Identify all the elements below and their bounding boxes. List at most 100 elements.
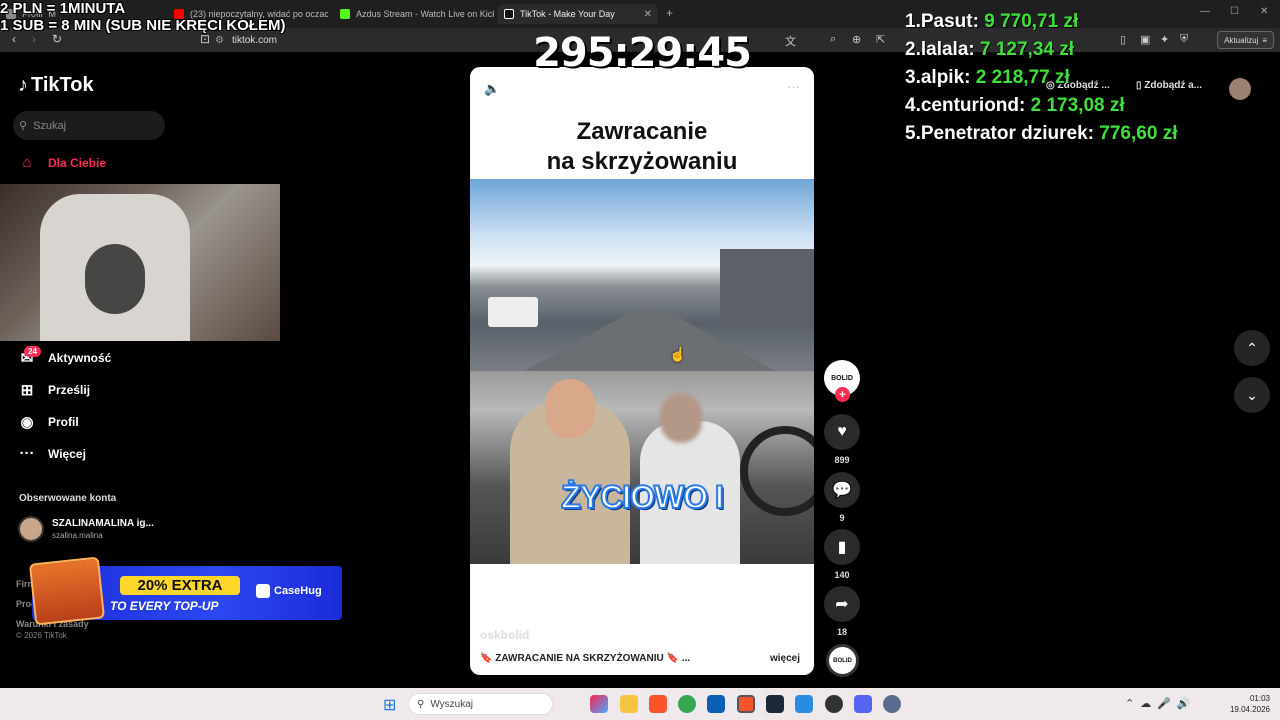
followed-account[interactable]: SZALINAMALINA ig... szalina.malina [18, 516, 154, 542]
volume-icon[interactable]: 🔈 [484, 81, 500, 97]
zoom-icon[interactable]: ⊕ [852, 33, 861, 46]
rank: 3. [905, 67, 921, 88]
account-handle: szalina.malina [52, 531, 103, 540]
share-arrow-icon: ➦ [835, 596, 849, 613]
donation-amount: 2 173,08 zł [1030, 95, 1125, 116]
site-info-icon[interactable]: ⚙ [215, 35, 224, 46]
subathon-timer: 295:29:45 [533, 30, 752, 76]
video-subtitle: ŻYCIOWO I [560, 478, 725, 516]
donor-name: Pasut: [920, 11, 979, 32]
shirt-print [85, 244, 145, 314]
webcam-overlay [0, 184, 280, 341]
search-page-icon[interactable]: ⌕ [830, 33, 836, 46]
taskbar-clock[interactable]: 01:03 19.04.2026 [1226, 693, 1270, 715]
user-avatar[interactable] [1229, 78, 1251, 100]
follow-button[interactable]: + [835, 387, 850, 402]
student-head-blurred [660, 393, 702, 443]
settings-gear-icon[interactable] [883, 695, 901, 713]
treasure-chest-icon [28, 556, 106, 626]
donation-leaderboard: 1.Pasut: 9 770,71 zł 2.lalala: 7 127,34 … [905, 8, 1177, 148]
activity-badge: 24 [24, 346, 41, 357]
nav-upload[interactable]: ⊞ Prześlij [18, 381, 90, 399]
bookmark-icon[interactable]: ⊡ [200, 32, 210, 46]
comment-button[interactable]: 💬 [824, 472, 860, 508]
forward-icon[interactable]: › [32, 32, 36, 46]
more-dots-icon: ··· [19, 445, 35, 462]
promo-brand: CaseHug [256, 584, 322, 598]
share-icon[interactable]: ⇱ [876, 33, 885, 46]
search-input[interactable]: ⚲ Szukaj [13, 111, 165, 140]
video-player[interactable]: 🔈 ··· Zawracanie na skrzyżowaniu ŻYCIOWO… [470, 67, 814, 675]
account-name: SZALINAMALINA ig... [52, 518, 154, 529]
more-options-icon[interactable]: ··· [787, 79, 800, 94]
save-count: 140 [834, 570, 850, 580]
donation-amount: 2 218,77 zł [975, 67, 1070, 88]
leaderboard-row: 1.Pasut: 9 770,71 zł [905, 8, 1177, 36]
brave-icon[interactable] [649, 695, 667, 713]
steam-icon[interactable] [766, 695, 784, 713]
shield-icon[interactable]: ⛨ [1180, 33, 1188, 46]
previous-video-button[interactable]: ⌃ [1234, 330, 1270, 366]
nav-profile[interactable]: ◉ Profil [18, 413, 78, 431]
app-icon[interactable] [795, 695, 813, 713]
tab-label: TikTok - Make Your Day [520, 9, 615, 19]
windows-taskbar: ⊞ ⚲ Wyszukaj ⌃☁🎤🔊 01:03 19.04.2026 [0, 688, 1280, 720]
tiktok-note-icon: ♪ [18, 74, 28, 96]
nav-for-you[interactable]: ⌂ Dla Ciebie [18, 154, 106, 171]
reload-icon[interactable]: ↻ [52, 32, 62, 46]
close-window-icon[interactable]: ✕ [1260, 6, 1268, 17]
update-label: Aktualizuj [1224, 35, 1259, 45]
tab-tiktok[interactable]: TikTok - Make Your Day ✕ [498, 4, 658, 24]
donation-amount: 776,60 zł [1099, 123, 1178, 144]
update-button[interactable]: Aktualizuj ≡ [1217, 31, 1274, 49]
description-more-link[interactable]: więcej [770, 653, 800, 664]
copilot-icon[interactable] [590, 695, 608, 713]
comment-count: 9 [839, 513, 845, 523]
instructor-head [545, 379, 595, 439]
taskbar-search-input[interactable]: ⚲ Wyszukaj [408, 693, 553, 715]
like-button[interactable]: ♥ [824, 414, 860, 450]
nav-more[interactable]: ··· Więcej [18, 445, 86, 462]
nav-label: Więcej [48, 446, 86, 461]
system-tray[interactable]: ⌃☁🎤🔊 [1125, 697, 1197, 710]
nav-label: Prześlij [48, 383, 91, 397]
save-button[interactable]: ▮ [824, 529, 860, 565]
building [720, 249, 814, 329]
share-button[interactable]: ➦ [824, 586, 860, 622]
rank: 4. [905, 95, 921, 116]
promo-banner[interactable]: 20% EXTRA TO EVERY TOP-UP CaseHug [28, 556, 342, 626]
maximize-icon[interactable]: ☐ [1230, 6, 1239, 17]
tiktok-icon [504, 9, 514, 19]
video-overlay-title: Zawracanie na skrzyżowaniu [470, 117, 814, 177]
search-icon: ⚲ [417, 698, 425, 710]
file-explorer-icon[interactable] [620, 695, 638, 713]
rank: 5. [905, 123, 921, 144]
nav-label: Dla Ciebie [48, 155, 107, 170]
home-icon: ⌂ [22, 154, 32, 171]
brave-active-icon[interactable] [737, 695, 755, 713]
donor-name: centuriond: [920, 95, 1026, 116]
heart-icon: ♥ [837, 423, 847, 440]
upload-icon: ⊞ [20, 382, 34, 399]
new-tab-icon[interactable]: + [666, 6, 673, 20]
share-count: 18 [836, 627, 847, 637]
discord-icon[interactable] [854, 695, 872, 713]
minimize-icon[interactable]: — [1200, 6, 1210, 17]
next-video-button[interactable]: ⌄ [1234, 377, 1270, 413]
windows-start-icon[interactable]: ⊞ [383, 695, 396, 715]
video-description: 🔖 ZAWRACANIE NA SKRZYŻOWANIU 🔖 ... [480, 653, 691, 664]
like-count: 899 [834, 455, 850, 465]
tiktok-logo[interactable]: ♪ TikTok [18, 74, 94, 97]
store-icon[interactable] [707, 695, 725, 713]
van [488, 297, 538, 327]
chrome-icon[interactable] [678, 695, 696, 713]
obs-icon[interactable] [825, 695, 843, 713]
music-disc[interactable]: BOLID [826, 644, 859, 677]
close-tab-icon[interactable]: ✕ [644, 9, 652, 20]
title-line: na skrzyżowaniu [546, 148, 738, 175]
clock-time: 01:03 [1249, 694, 1270, 703]
tab-kick[interactable]: Azdus Stream - Watch Live on Kick [334, 4, 494, 24]
back-icon[interactable]: ‹ [12, 32, 16, 46]
kick-icon [340, 9, 350, 19]
donor-name: lalala: [920, 39, 975, 60]
